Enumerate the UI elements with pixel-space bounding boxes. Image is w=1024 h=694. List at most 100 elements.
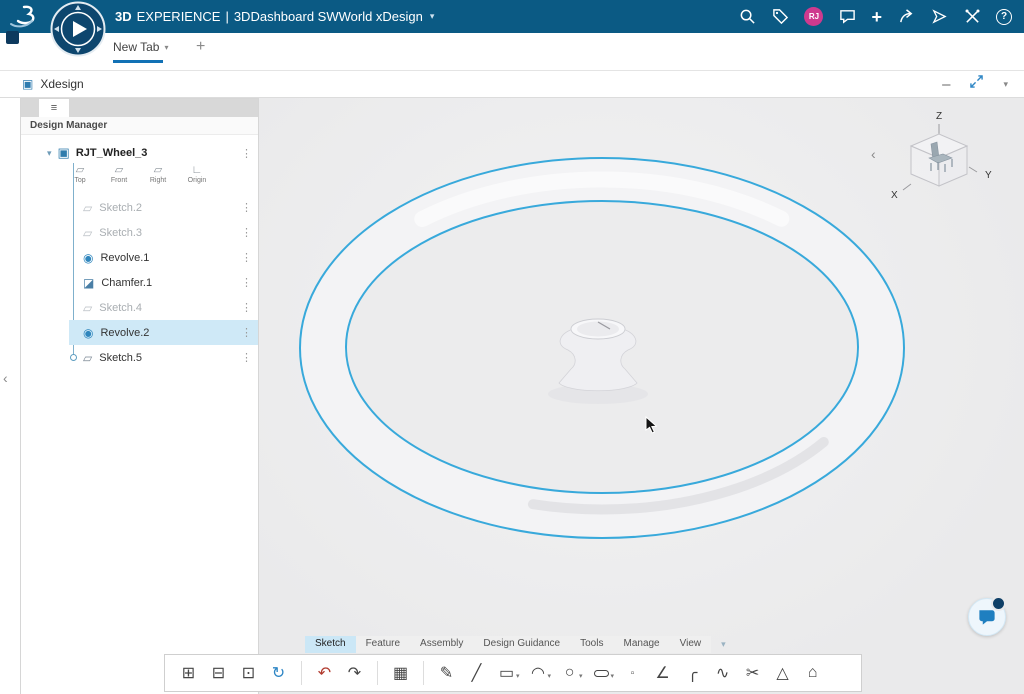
ribbon-tab-tools[interactable]: Tools	[570, 636, 613, 653]
dropdown-icon[interactable]: ▾	[579, 672, 583, 680]
plane-front[interactable]: ▱ Front	[108, 165, 130, 184]
add-tab-icon[interactable]: +	[196, 38, 205, 56]
revolve-icon: ◉	[83, 327, 93, 339]
sketch-icon: ▱	[83, 302, 92, 314]
3ds-logo-icon	[8, 4, 42, 30]
tree-root-label: RJT_Wheel_3	[76, 147, 148, 159]
plane-icon: ▱	[115, 165, 123, 176]
expand-chevron-icon[interactable]: ▾	[47, 148, 52, 159]
tree-view-tab[interactable]: ≡	[39, 99, 69, 117]
tree-item-revolve1[interactable]: ◉ Revolve.1 ⋮	[21, 245, 258, 270]
tree-item-revolve2-selected[interactable]: ◉ Revolve.2 ⋮	[21, 320, 258, 345]
axis-z-label: Z	[936, 111, 942, 122]
plane-icon: ▱	[76, 165, 84, 176]
origin-label: Origin	[188, 177, 207, 184]
origin[interactable]: ∟ Origin	[186, 165, 208, 184]
platform-badge-icon[interactable]	[6, 31, 19, 44]
kebab-menu-icon[interactable]: ⋮	[241, 251, 252, 264]
xdesign-app: 3D EXPERIENCE | 3DDashboard SWWorld xDesi…	[0, 0, 1024, 694]
panel-collapse-chevron-icon[interactable]: ‹	[3, 370, 8, 386]
widget-title-area: ▣ Xdesign	[22, 71, 84, 97]
expand-icon[interactable]	[970, 75, 983, 93]
polygon-icon[interactable]: △	[769, 659, 796, 687]
tree-item-sketch3[interactable]: ▱ Sketch.3 ⋮	[21, 220, 258, 245]
messages-icon[interactable]	[838, 8, 856, 26]
widget-chevron-down-icon[interactable]: ▾	[1003, 79, 1008, 90]
kebab-menu-icon[interactable]: ⋮	[241, 147, 252, 160]
dropdown-icon[interactable]: ▾	[548, 672, 552, 680]
insert-component-icon[interactable]: ⊞	[175, 659, 202, 687]
sketch-icon[interactable]: ✎	[433, 659, 460, 687]
kebab-menu-icon[interactable]: ⋮	[241, 351, 252, 364]
collaboration-chat-button[interactable]	[968, 598, 1006, 636]
tree-item-sketch4[interactable]: ▱ Sketch.4 ⋮	[21, 295, 258, 320]
point-icon[interactable]: ▫	[619, 659, 646, 687]
user-avatar[interactable]: RJ	[804, 7, 823, 26]
fillet-icon[interactable]: ╭	[679, 659, 706, 687]
ribbon-tab-sketch[interactable]: Sketch	[305, 636, 356, 653]
share-icon[interactable]	[897, 8, 915, 26]
plane-label: Right	[150, 177, 166, 184]
dropdown-icon[interactable]: ▾	[516, 672, 520, 680]
ribbon-tab-assembly[interactable]: Assembly	[410, 636, 473, 653]
title-experience: EXPERIENCE	[137, 9, 221, 24]
undo-icon[interactable]: ↶	[311, 659, 338, 687]
ribbon-tab-feature[interactable]: Feature	[356, 636, 410, 653]
active-tab-underline	[113, 60, 163, 63]
corner-icon[interactable]: ∠	[649, 659, 676, 687]
search-icon[interactable]	[738, 8, 756, 26]
axis-x-label: X	[891, 190, 898, 201]
redo-icon[interactable]: ↷	[341, 659, 368, 687]
kebab-menu-icon[interactable]: ⋮	[241, 226, 252, 239]
tab-new-tab[interactable]: New Tab ▾	[113, 40, 169, 54]
derived-part-icon[interactable]: ⊡	[235, 659, 262, 687]
sketch-icon: ▱	[83, 352, 92, 364]
kebab-menu-icon[interactable]: ⋮	[241, 326, 252, 339]
kebab-menu-icon[interactable]: ⋮	[241, 201, 252, 214]
tab-chevron-down-icon[interactable]: ▾	[164, 43, 168, 52]
tag-icon[interactable]	[771, 8, 789, 26]
dropdown-icon[interactable]: ▾	[611, 672, 615, 680]
xdesign-app-icon: ▣	[22, 77, 33, 91]
trim-icon[interactable]: ✂	[739, 659, 766, 687]
title-3d: 3D	[115, 9, 132, 24]
add-icon[interactable]: +	[871, 8, 882, 26]
minimize-icon[interactable]: –	[942, 76, 950, 93]
update-icon[interactable]: ↻	[265, 659, 292, 687]
plane-label: Front	[111, 177, 127, 184]
view-cube[interactable]: Z X Y	[885, 108, 995, 210]
tree-item-sketch5[interactable]: ▱ Sketch.5 ⋮	[21, 345, 258, 370]
origin-icon: ∟	[192, 165, 203, 176]
grid-icon[interactable]: ▦	[387, 659, 414, 687]
kebab-menu-icon[interactable]: ⋮	[241, 276, 252, 289]
tree-item-label: Chamfer.1	[101, 277, 152, 289]
help-icon[interactable]: ?	[996, 9, 1012, 25]
collapse-ribbon-icon[interactable]: ▾	[721, 639, 726, 650]
tools-icon[interactable]	[963, 8, 981, 26]
convert-icon[interactable]: ⌂	[799, 659, 826, 687]
title-chevron-down-icon[interactable]: ▾	[430, 11, 435, 22]
line-icon[interactable]: ╱	[463, 659, 490, 687]
action-toolbar: ⊞ ⊟ ⊡ ↻ ↶ ↷ ▦ ✎ ╱ ▭ ▾ ◠ ▾ ○ ▾ ▾ ▫ ∠ ╭ ∿ …	[164, 654, 862, 692]
export-geometry-icon[interactable]: ⊟	[205, 659, 232, 687]
spline-icon[interactable]: ∿	[709, 659, 736, 687]
title-context: 3DDashboard SWWorld xDesign	[234, 9, 423, 24]
revolve-icon: ◉	[83, 252, 93, 264]
axis-y-label: Y	[985, 170, 992, 181]
ribbon-tab-view[interactable]: View	[670, 636, 712, 653]
tree-item-chamfer1[interactable]: ◪ Chamfer.1 ⋮	[21, 270, 258, 295]
ribbon-tab-bar: Sketch Feature Assembly Design Guidance …	[305, 636, 726, 653]
tree-root-item[interactable]: ▾ ▣ RJT_Wheel_3 ⋮	[21, 141, 258, 165]
part-icon: ▣	[58, 145, 70, 161]
ribbon-tab-manage[interactable]: Manage	[613, 636, 669, 653]
viewcube-chevron-icon[interactable]: ‹	[871, 146, 876, 162]
3d-viewport[interactable]: Z X Y ‹	[259, 98, 1024, 694]
title-separator: |	[225, 9, 228, 24]
kebab-menu-icon[interactable]: ⋮	[241, 301, 252, 314]
compass-icon[interactable]	[50, 1, 106, 57]
send-icon[interactable]	[930, 8, 948, 26]
ribbon-tab-design-guidance[interactable]: Design Guidance	[473, 636, 570, 653]
tree-item-sketch2[interactable]: ▱ Sketch.2 ⋮	[21, 195, 258, 220]
plane-right[interactable]: ▱ Right	[147, 165, 169, 184]
widget-controls: – ▾	[942, 71, 1008, 97]
